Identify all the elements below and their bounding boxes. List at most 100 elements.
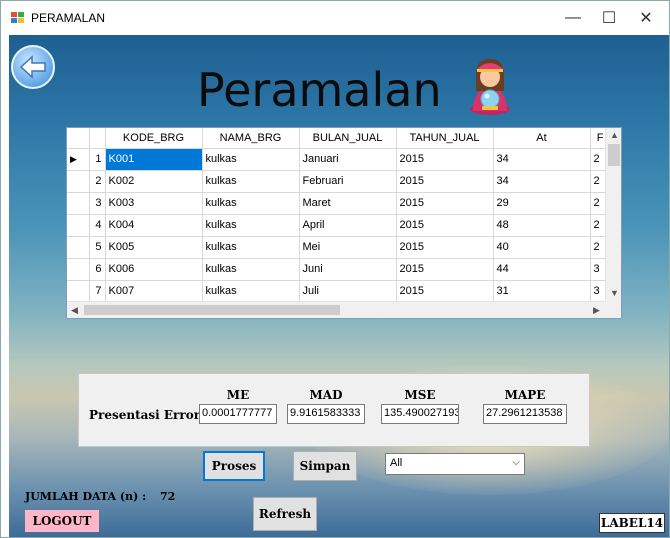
- cell-bulan-jual[interactable]: Maret: [299, 192, 397, 215]
- cell-nama-brg[interactable]: kulkas: [202, 148, 300, 171]
- minimize-button[interactable]: —: [558, 7, 588, 29]
- row-number: 7: [89, 280, 106, 303]
- cell-tahun-jual[interactable]: 2015: [396, 214, 494, 237]
- label14: LABEL14: [599, 513, 665, 533]
- proses-button[interactable]: Proses: [203, 451, 265, 481]
- data-count-value: 72: [160, 490, 176, 503]
- data-grid[interactable]: KODE_BRG NAMA_BRG BULAN_JUAL TAHUN_JUAL …: [66, 127, 622, 319]
- table-row[interactable]: 4 K004 kulkas April 2015 48 2: [67, 214, 615, 237]
- mad-field[interactable]: 9.9161583333: [287, 404, 365, 424]
- table-row[interactable]: 3 K003 kulkas Maret 2015 29 2: [67, 192, 615, 215]
- error-panel: Presentasi Error ME MAD MSE MAPE 0.00017…: [78, 373, 590, 447]
- cell-kode-brg[interactable]: K006: [105, 258, 203, 281]
- vertical-scroll-thumb[interactable]: [608, 144, 620, 166]
- column-header-nama-brg[interactable]: NAMA_BRG: [202, 128, 300, 149]
- cell-tahun-jual[interactable]: 2015: [396, 148, 494, 171]
- cell-tahun-jual[interactable]: 2015: [396, 280, 494, 303]
- scroll-left-icon[interactable]: ◀: [71, 305, 78, 316]
- row-selector[interactable]: [67, 236, 90, 259]
- mse-field[interactable]: 135.490027193: [381, 404, 459, 424]
- row-number: 6: [89, 258, 106, 281]
- error-label: Presentasi Error: [89, 408, 201, 422]
- scroll-down-icon[interactable]: ▼: [610, 288, 619, 298]
- refresh-button[interactable]: Refresh: [253, 497, 317, 531]
- column-header-index: [89, 128, 106, 149]
- mape-label: MAPE: [504, 388, 546, 402]
- table-row[interactable]: 6 K006 kulkas Juni 2015 44 3: [67, 258, 615, 281]
- cell-bulan-jual[interactable]: Juni: [299, 258, 397, 281]
- cell-kode-brg[interactable]: K002: [105, 170, 203, 193]
- cell-nama-brg[interactable]: kulkas: [202, 192, 300, 215]
- cell-nama-brg[interactable]: kulkas: [202, 258, 300, 281]
- back-button[interactable]: [11, 45, 55, 89]
- vertical-scrollbar[interactable]: ▲ ▼: [605, 128, 621, 302]
- mse-label: MSE: [404, 388, 436, 402]
- cell-bulan-jual[interactable]: April: [299, 214, 397, 237]
- row-number: 1: [89, 148, 106, 171]
- cell-bulan-jual[interactable]: Juli: [299, 280, 397, 303]
- window-title: PERAMALAN: [31, 11, 106, 25]
- table-row[interactable]: 7 K007 kulkas Juli 2015 31 3: [67, 280, 615, 303]
- cell-nama-brg[interactable]: kulkas: [202, 280, 300, 303]
- cell-at[interactable]: 34: [493, 170, 591, 193]
- row-number: 4: [89, 214, 106, 237]
- simpan-button[interactable]: Simpan: [293, 451, 357, 481]
- column-header-kode-brg[interactable]: KODE_BRG: [105, 128, 203, 149]
- cell-nama-brg[interactable]: kulkas: [202, 170, 300, 193]
- maximize-icon: ☐: [601, 10, 617, 27]
- cell-tahun-jual[interactable]: 2015: [396, 236, 494, 259]
- cell-kode-brg[interactable]: K005: [105, 236, 203, 259]
- cell-kode-brg[interactable]: K007: [105, 280, 203, 303]
- table-row[interactable]: ▶ 1 K001 kulkas Januari 2015 34 2: [67, 148, 615, 171]
- cell-at[interactable]: 31: [493, 280, 591, 303]
- app-icon: [11, 12, 25, 24]
- scroll-up-icon[interactable]: ▲: [610, 130, 619, 140]
- row-selector[interactable]: [67, 214, 90, 237]
- table-row[interactable]: 2 K002 kulkas Februari 2015 34 2: [67, 170, 615, 193]
- mape-field[interactable]: 27.2961213538: [483, 404, 567, 424]
- scroll-right-icon[interactable]: ▶: [593, 305, 600, 316]
- horizontal-scroll-thumb[interactable]: [84, 305, 340, 315]
- cell-tahun-jual[interactable]: 2015: [396, 258, 494, 281]
- cell-kode-brg[interactable]: K004: [105, 214, 203, 237]
- row-header-corner: [67, 128, 90, 149]
- cell-at[interactable]: 48: [493, 214, 591, 237]
- column-header-tahun-jual[interactable]: TAHUN_JUAL: [396, 128, 494, 149]
- column-header-bulan-jual[interactable]: BULAN_JUAL: [299, 128, 397, 149]
- row-selector[interactable]: [67, 192, 90, 215]
- me-field[interactable]: 0.0001777777: [199, 404, 277, 424]
- form-client-area: Peramalan KODE_BRG NAMA_BRG BULAN_JUAL T…: [9, 35, 669, 537]
- fortune-teller-icon: [470, 59, 510, 115]
- row-selector[interactable]: ▶: [67, 148, 90, 171]
- row-selector[interactable]: [67, 170, 90, 193]
- chevron-down-icon: ⌵: [512, 457, 520, 468]
- filter-dropdown[interactable]: All ⌵: [385, 453, 525, 475]
- back-arrow-icon: [19, 55, 46, 79]
- cell-bulan-jual[interactable]: Mei: [299, 236, 397, 259]
- filter-selected-value: All: [390, 457, 403, 469]
- cell-at[interactable]: 29: [493, 192, 591, 215]
- cell-bulan-jual[interactable]: Februari: [299, 170, 397, 193]
- cell-at[interactable]: 34: [493, 148, 591, 171]
- cell-kode-brg[interactable]: K003: [105, 192, 203, 215]
- maximize-button[interactable]: ☐: [594, 7, 624, 29]
- table-row[interactable]: 5 K005 kulkas Mei 2015 40 2: [67, 236, 615, 259]
- row-number: 3: [89, 192, 106, 215]
- row-selector[interactable]: [67, 280, 90, 303]
- cell-at[interactable]: 40: [493, 236, 591, 259]
- scrollbar-corner: [605, 301, 621, 318]
- cell-nama-brg[interactable]: kulkas: [202, 236, 300, 259]
- column-header-at[interactable]: At: [493, 128, 591, 149]
- close-button[interactable]: ✕: [631, 7, 661, 29]
- cell-bulan-jual[interactable]: Januari: [299, 148, 397, 171]
- horizontal-scrollbar[interactable]: ◀ ▶: [67, 301, 607, 318]
- logout-button[interactable]: LOGOUT: [25, 510, 99, 532]
- data-count-label: JUMLAH DATA (n) :: [25, 490, 147, 503]
- title-bar: PERAMALAN — ☐ ✕: [1, 1, 669, 35]
- cell-tahun-jual[interactable]: 2015: [396, 192, 494, 215]
- row-selector[interactable]: [67, 258, 90, 281]
- cell-kode-brg[interactable]: K001: [105, 148, 203, 171]
- cell-at[interactable]: 44: [493, 258, 591, 281]
- cell-nama-brg[interactable]: kulkas: [202, 214, 300, 237]
- cell-tahun-jual[interactable]: 2015: [396, 170, 494, 193]
